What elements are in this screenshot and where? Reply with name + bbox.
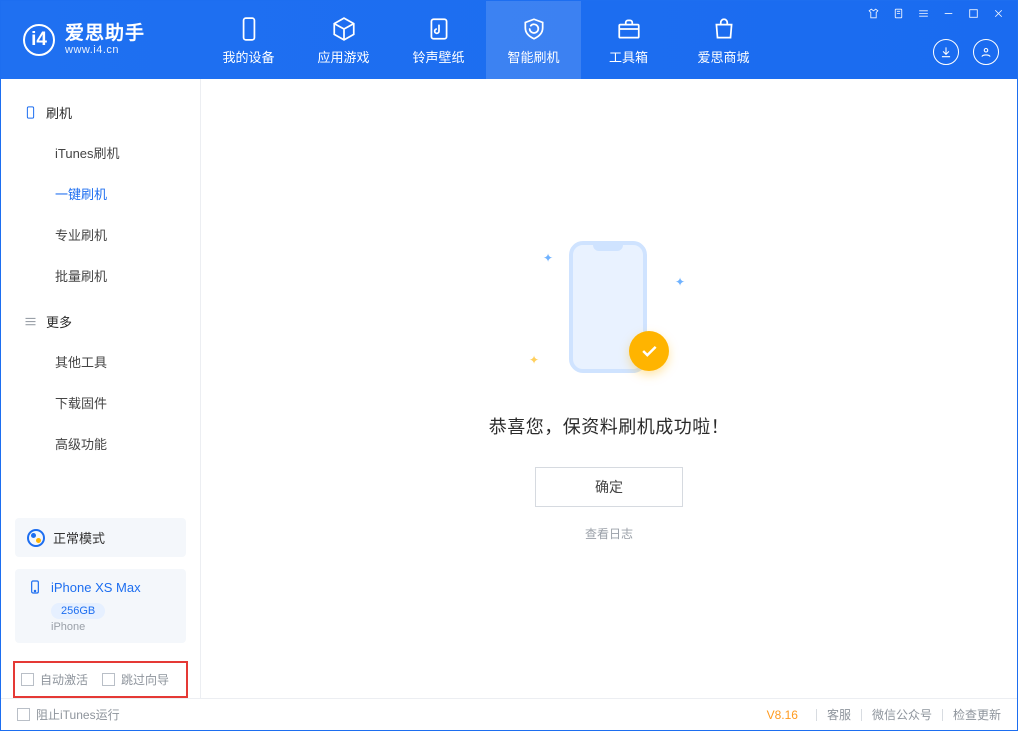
logo-text: 爱思助手 www.i4.cn: [65, 24, 145, 57]
sidebar-group-more[interactable]: 更多: [1, 302, 200, 341]
app-window: i4 爱思助手 www.i4.cn 我的设备 应用游戏 铃声壁纸 智能刷机: [0, 0, 1018, 731]
maximize-button[interactable]: [967, 7, 980, 23]
logo[interactable]: i4 爱思助手 www.i4.cn: [1, 24, 201, 57]
sparkle-icon: ✦: [543, 251, 553, 265]
nav-store[interactable]: 爱思商城: [676, 1, 771, 79]
option-label: 阻止iTunes运行: [36, 706, 120, 723]
nav-label: 智能刷机: [507, 47, 559, 66]
divider: [942, 709, 943, 721]
nav-label: 铃声壁纸: [412, 47, 464, 66]
option-skip-guide[interactable]: 跳过向导: [102, 671, 169, 688]
nav-ringtones-wallpapers[interactable]: 铃声壁纸: [391, 1, 486, 79]
nav-smart-flash[interactable]: 智能刷机: [486, 1, 581, 79]
minimize-button[interactable]: [942, 7, 955, 23]
checkbox-icon: [17, 708, 30, 721]
wechat-link[interactable]: 微信公众号: [872, 706, 932, 723]
sidebar-item-oneclick-flash[interactable]: 一键刷机: [1, 173, 200, 214]
main-nav: 我的设备 应用游戏 铃声壁纸 智能刷机 工具箱 爱思商城: [201, 1, 771, 79]
cube-icon: [330, 15, 358, 43]
logo-icon: i4: [23, 24, 55, 56]
device-type: iPhone: [51, 621, 174, 633]
phone-outline-icon: [23, 105, 38, 120]
device-name: iPhone XS Max: [51, 580, 141, 595]
sparkle-icon: ✦: [675, 275, 685, 289]
app-name: 爱思助手: [65, 24, 145, 45]
download-button[interactable]: [933, 39, 959, 65]
success-illustration: ✦ ✦ ✦: [539, 235, 679, 381]
option-block-itunes[interactable]: 阻止iTunes运行: [17, 706, 120, 723]
sidebar-menu: 刷机 iTunes刷机 一键刷机 专业刷机 批量刷机 更多 其他工具 下载固件 …: [1, 79, 200, 518]
nav-toolbox[interactable]: 工具箱: [581, 1, 676, 79]
capacity-badge: 256GB: [51, 603, 105, 619]
account-controls: [933, 39, 1005, 79]
sidebar-item-pro-flash[interactable]: 专业刷机: [1, 214, 200, 255]
sidebar: 刷机 iTunes刷机 一键刷机 专业刷机 批量刷机 更多 其他工具 下载固件 …: [1, 79, 201, 698]
mode-label: 正常模式: [53, 528, 105, 547]
sidebar-item-other-tools[interactable]: 其他工具: [1, 341, 200, 382]
main-content: ✦ ✦ ✦ 恭喜您，保资料刷机成功啦！ 确定 查看日志: [201, 79, 1017, 698]
nav-label: 爱思商城: [697, 47, 749, 66]
group-label: 更多: [46, 312, 72, 331]
success-message: 恭喜您，保资料刷机成功啦！: [489, 413, 730, 439]
device-mode-box[interactable]: 正常模式: [15, 518, 186, 557]
divider: [861, 709, 862, 721]
header-right: [867, 1, 1017, 79]
nav-apps-games[interactable]: 应用游戏: [296, 1, 391, 79]
body: 刷机 iTunes刷机 一键刷机 专业刷机 批量刷机 更多 其他工具 下载固件 …: [1, 79, 1017, 698]
nav-my-device[interactable]: 我的设备: [201, 1, 296, 79]
user-button[interactable]: [973, 39, 999, 65]
music-note-icon: [425, 15, 453, 43]
checkbox-icon: [102, 673, 115, 686]
list-icon: [23, 314, 38, 329]
group-label: 刷机: [46, 103, 72, 122]
sidebar-group-flash[interactable]: 刷机: [1, 93, 200, 132]
confirm-button[interactable]: 确定: [535, 467, 683, 507]
divider: [816, 709, 817, 721]
view-log-link[interactable]: 查看日志: [585, 525, 633, 542]
window-controls: [867, 7, 1005, 23]
status-bar: 阻止iTunes运行 V8.16 客服 微信公众号 检查更新: [1, 698, 1017, 730]
checkbox-icon: [21, 673, 34, 686]
mode-icon: [27, 529, 45, 547]
sidebar-item-download-firmware[interactable]: 下载固件: [1, 382, 200, 423]
note-icon[interactable]: [892, 7, 905, 23]
toolbox-icon: [615, 15, 643, 43]
phone-icon: [235, 15, 263, 43]
refresh-shield-icon: [520, 15, 548, 43]
device-box[interactable]: iPhone XS Max 256GB iPhone: [15, 569, 186, 643]
device-icon: [27, 579, 43, 595]
sparkle-icon: ✦: [529, 353, 539, 367]
sidebar-item-advanced[interactable]: 高级功能: [1, 423, 200, 464]
nav-label: 应用游戏: [317, 47, 369, 66]
close-button[interactable]: [992, 7, 1005, 23]
sidebar-item-itunes-flash[interactable]: iTunes刷机: [1, 132, 200, 173]
app-url: www.i4.cn: [65, 44, 145, 56]
option-label: 自动激活: [40, 671, 88, 688]
option-label: 跳过向导: [121, 671, 169, 688]
nav-label: 我的设备: [222, 47, 274, 66]
title-bar: i4 爱思助手 www.i4.cn 我的设备 应用游戏 铃声壁纸 智能刷机: [1, 1, 1017, 79]
shirt-icon[interactable]: [867, 7, 880, 23]
flash-options-row: 自动激活 跳过向导: [13, 661, 188, 698]
status-right: V8.16 客服 微信公众号 检查更新: [767, 706, 1001, 723]
option-auto-activate[interactable]: 自动激活: [21, 671, 88, 688]
shopping-bag-icon: [710, 15, 738, 43]
sidebar-item-batch-flash[interactable]: 批量刷机: [1, 255, 200, 296]
success-check-icon: [629, 331, 669, 371]
nav-label: 工具箱: [609, 47, 648, 66]
version-label: V8.16: [767, 708, 798, 722]
menu-icon[interactable]: [917, 7, 930, 23]
support-link[interactable]: 客服: [827, 706, 851, 723]
check-update-link[interactable]: 检查更新: [953, 706, 1001, 723]
